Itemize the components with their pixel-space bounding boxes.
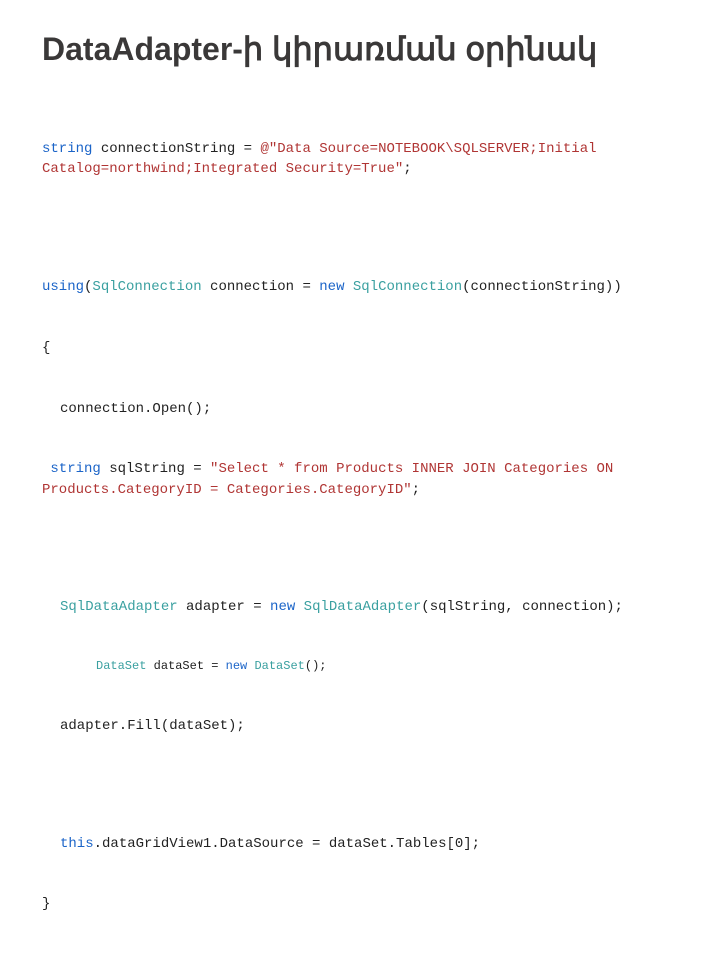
- keyword: string: [42, 141, 92, 157]
- code-line: connection.Open();: [42, 399, 678, 419]
- code-block: string connectionString = @"Data Source=…: [42, 98, 678, 955]
- keyword: new: [319, 279, 344, 295]
- type-name: SqlDataAdapter: [304, 599, 422, 615]
- code-text: [344, 279, 352, 295]
- code-line: string sqlString = "Select * from Produc…: [42, 459, 678, 500]
- keyword: string: [50, 461, 100, 477]
- type-name: SqlConnection: [353, 279, 462, 295]
- code-text: connectionString =: [92, 141, 260, 157]
- code-text: sqlString =: [101, 461, 210, 477]
- code-text: (sqlString, connection);: [421, 599, 623, 615]
- code-line: using(SqlConnection connection = new Sql…: [42, 277, 678, 297]
- code-line: SqlDataAdapter adapter = new SqlDataAdap…: [42, 597, 678, 617]
- code-line: this.dataGridView1.DataSource = dataSet.…: [42, 834, 678, 854]
- code-text: .dataGridView1.DataSource = dataSet.Tabl…: [94, 836, 480, 852]
- code-text: dataSet =: [146, 659, 225, 673]
- code-text: connection =: [202, 279, 320, 295]
- code-text: adapter.Fill(dataSet);: [60, 718, 245, 734]
- code-text: ;: [403, 161, 411, 177]
- code-line: string connectionString = @"Data Source=…: [42, 139, 678, 180]
- code-text: ;: [412, 482, 420, 498]
- keyword: new: [226, 659, 248, 673]
- type-name: DataSet: [254, 659, 304, 673]
- type-name: SqlConnection: [92, 279, 201, 295]
- code-text: connection.Open();: [60, 401, 211, 417]
- code-line: }: [42, 894, 678, 914]
- code-text: }: [42, 896, 50, 912]
- code-text: {: [42, 340, 50, 356]
- type-name: SqlDataAdapter: [60, 599, 178, 615]
- keyword: this: [60, 836, 94, 852]
- code-line: DataSet dataSet = new DataSet();: [42, 658, 678, 675]
- keyword: new: [270, 599, 295, 615]
- keyword: using: [42, 279, 84, 295]
- slide-title: DataAdapter-ի կիրառման օրինակ: [42, 30, 678, 68]
- code-text: (connectionString)): [462, 279, 622, 295]
- code-text: [295, 599, 303, 615]
- code-text: [247, 659, 254, 673]
- code-line: adapter.Fill(dataSet);: [42, 716, 678, 736]
- code-text: adapter =: [178, 599, 270, 615]
- code-line: {: [42, 338, 678, 358]
- type-name: DataSet: [96, 659, 146, 673]
- code-text: ();: [305, 659, 327, 673]
